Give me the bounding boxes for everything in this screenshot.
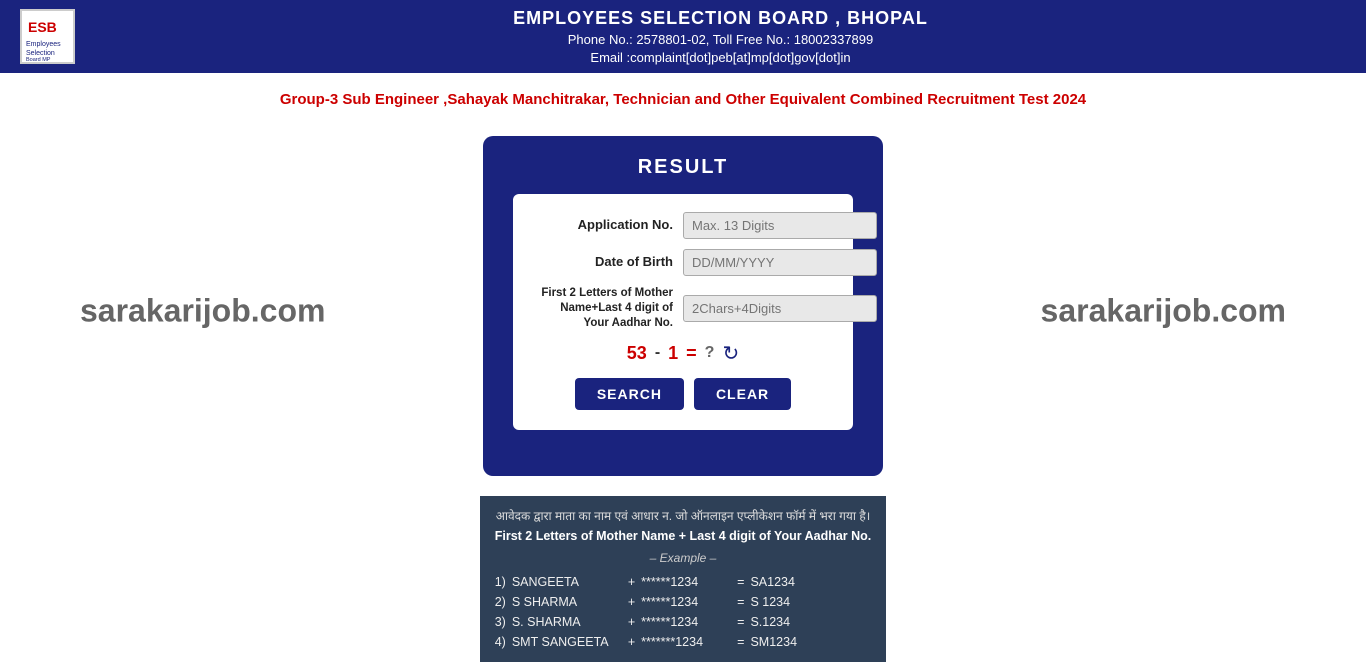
info-row: 1)SANGEETA+******1234=SA1234 — [495, 572, 872, 592]
captcha-operator: - — [655, 344, 660, 362]
captcha-num2: 1 — [668, 343, 678, 364]
email-line: Email :complaint[dot]peb[at]mp[dot]gov[d… — [95, 50, 1346, 65]
dob-input[interactable] — [683, 249, 877, 276]
info-row: 2)S SHARMA+******1234=S 1234 — [495, 592, 872, 612]
page-header: ESB Employees Selection Board MP EMPLOYE… — [0, 0, 1366, 73]
application-no-label: Application No. — [533, 217, 673, 234]
captcha-question: ? — [705, 344, 715, 362]
result-card: RESULT Application No. Date of Birth Fir… — [483, 136, 883, 476]
result-title: RESULT — [513, 156, 853, 179]
info-subheader: First 2 Letters of Mother Name + Last 4 … — [495, 526, 872, 547]
watermark-left: sarakarijob.com — [80, 293, 325, 330]
header-text-block: EMPLOYEES SELECTION BOARD , BHOPAL Phone… — [95, 8, 1346, 65]
search-button[interactable]: SEARCH — [575, 378, 684, 410]
page-subtitle: Group-3 Sub Engineer ,Sahayak Manchitrak… — [0, 73, 1366, 126]
captcha-equals: = — [686, 343, 697, 364]
mother-row: First 2 Letters of Mother Name+Last 4 di… — [533, 286, 833, 331]
info-box: आवेदक द्वारा माता का नाम एवं आधार न. जो … — [480, 496, 887, 662]
mother-input[interactable] — [683, 295, 877, 322]
clear-button[interactable]: CLEAR — [694, 378, 791, 410]
info-example: – Example – — [495, 548, 872, 568]
captcha-refresh-icon[interactable]: ↻ — [722, 341, 739, 366]
dob-row: Date of Birth — [533, 249, 833, 276]
org-title: EMPLOYEES SELECTION BOARD , BHOPAL — [95, 8, 1346, 29]
svg-text:ESB: ESB — [28, 19, 57, 35]
esb-logo: ESB Employees Selection Board MP — [20, 9, 75, 64]
dob-label: Date of Birth — [533, 254, 673, 271]
captcha-row: 53 - 1 = ? ↻ — [533, 341, 833, 366]
phone-line: Phone No.: 2578801-02, Toll Free No.: 18… — [95, 32, 1346, 47]
captcha-num1: 53 — [627, 343, 647, 364]
info-row: 4)SMT SANGEETA+*******1234=SM1234 — [495, 632, 872, 652]
info-row: 3)S. SHARMA+******1234=S.1234 — [495, 612, 872, 632]
svg-text:Board MP: Board MP — [26, 57, 51, 62]
form-area: Application No. Date of Birth First 2 Le… — [513, 194, 853, 430]
mother-label: First 2 Letters of Mother Name+Last 4 di… — [533, 286, 673, 331]
info-header: आवेदक द्वारा माता का नाम एवं आधार न. जो … — [495, 506, 872, 526]
watermark-right: sarakarijob.com — [1041, 293, 1286, 330]
application-no-input[interactable] — [683, 212, 877, 239]
svg-text:Selection: Selection — [26, 50, 55, 57]
main-content: sarakarijob.com RESULT Application No. D… — [0, 126, 1366, 496]
svg-text:Employees: Employees — [26, 41, 61, 48]
info-rows: 1)SANGEETA+******1234=SA12342)S SHARMA+*… — [495, 572, 872, 652]
application-no-row: Application No. — [533, 212, 833, 239]
button-row: SEARCH CLEAR — [533, 378, 833, 410]
